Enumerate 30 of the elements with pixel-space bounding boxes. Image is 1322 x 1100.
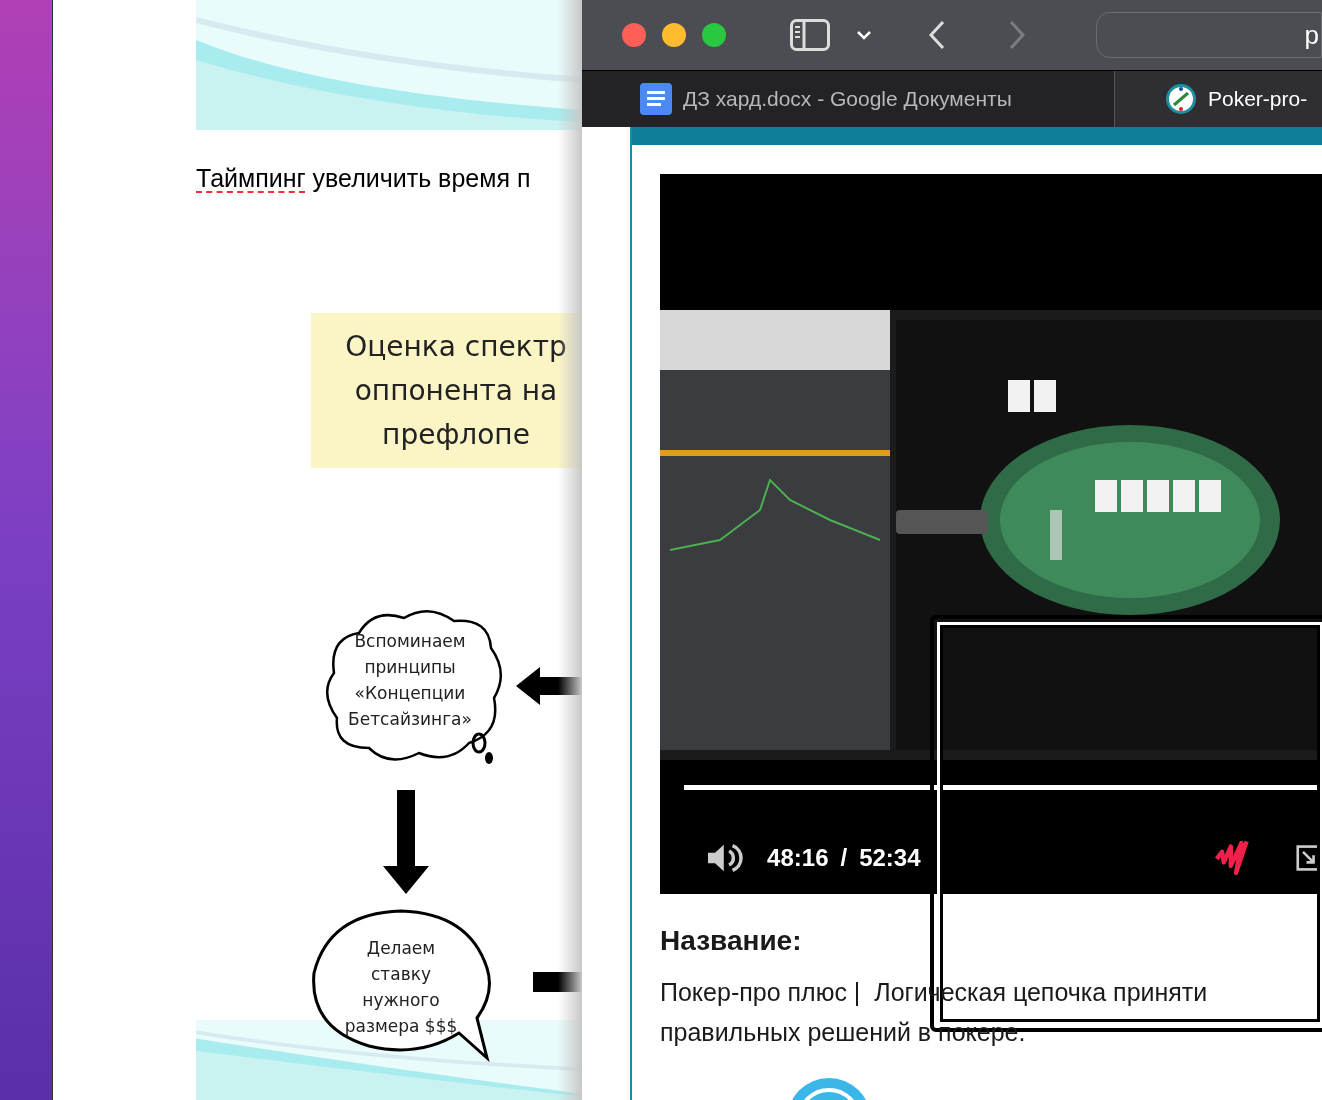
sidebar-icon[interactable] (790, 19, 830, 51)
duration: 52:34 (859, 843, 921, 873)
minimize-button[interactable] (662, 23, 686, 47)
compass-logo-icon (1165, 83, 1197, 115)
document-heading: Таймпинг увеличить время п (196, 163, 531, 194)
document-icon (640, 83, 672, 115)
cloud-text-line: Бетсайзинга» (348, 708, 472, 731)
current-time: 48:16 (767, 843, 829, 873)
bubble-text-line: Делаем (366, 937, 436, 960)
close-button[interactable] (622, 23, 646, 47)
zoom-button[interactable] (702, 23, 726, 47)
box-text-line: оппонента на (354, 372, 558, 409)
cloud-text-line: Вспоминаем (354, 630, 466, 653)
box-text-line: Оценка спектр (345, 328, 567, 365)
browser-tab[interactable]: Poker-pro- (1115, 71, 1322, 127)
back-icon[interactable] (928, 20, 946, 50)
box-text-line: префлопе (382, 416, 530, 453)
left-arrow-icon (516, 667, 582, 705)
browser-tab[interactable]: ДЗ хард.docx - Google Документы (582, 71, 1115, 127)
cloud-text-line: принципы (364, 656, 456, 679)
time-separator: / (840, 843, 848, 873)
address-field[interactable]: p (1096, 12, 1322, 58)
cloud-text-line: «Концепции (354, 682, 466, 705)
chevron-down-icon[interactable] (856, 30, 872, 40)
title-label: Название: (660, 924, 803, 958)
down-arrow-icon (383, 790, 429, 894)
bubble-text-line: ставку (371, 963, 431, 986)
connector-bar (533, 972, 582, 992)
bubble-text-line: размера $$$ (344, 1015, 458, 1038)
bubble-text-line: нужного (362, 989, 440, 1012)
